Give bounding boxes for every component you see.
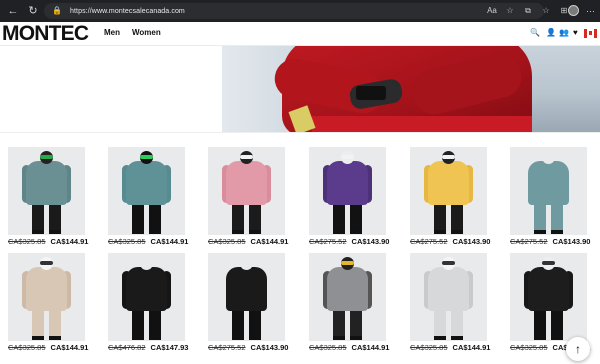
product-card[interactable]: CA$325.85 CA$144.91 [309, 253, 405, 363]
price-row: CA$275.52 CA$143.90 [510, 237, 590, 249]
original-price: CA$275.52 [510, 237, 548, 246]
heart-icon[interactable]: ♥ [573, 28, 578, 38]
product-card[interactable]: CA$275.52 CA$143.90 [510, 147, 600, 257]
scroll-to-top-button[interactable]: ↑ [566, 337, 590, 361]
sale-price: CA$143.90 [250, 343, 289, 352]
user-plus-icon[interactable]: 👥 [559, 28, 569, 38]
divider [0, 132, 600, 133]
original-price: CA$325.85 [108, 237, 146, 246]
price-row: CA$275.52 CA$143.90 [208, 343, 288, 355]
price-row: CA$325.85 CA$144.91 [208, 237, 288, 249]
product-image[interactable] [309, 253, 386, 341]
original-price: CA$325.85 [309, 343, 347, 352]
split-screen-icon[interactable]: ⧉ [522, 3, 534, 19]
product-image[interactable] [8, 253, 85, 341]
nav-men[interactable]: Men [104, 28, 120, 37]
url-text[interactable]: https://www.montecsalecanada.com [70, 8, 185, 15]
site-logo[interactable]: MONTEC [2, 23, 89, 45]
sale-price: CA$144.91 [250, 237, 289, 246]
original-price: CA$275.52 [410, 237, 448, 246]
product-image[interactable] [510, 147, 587, 235]
more-icon[interactable]: ⋯ [586, 3, 595, 19]
site-header: MONTEC Men Women 🔍 👤 👥 ♥ [0, 22, 600, 46]
phone-image [356, 86, 386, 100]
price-row: CA$325.85 CA$144.91 [8, 237, 88, 249]
product-card[interactable]: CA$325.85 CA$144.91 [410, 253, 506, 363]
price-row: CA$275.52 CA$143.90 [309, 237, 389, 249]
lock-icon: 🔒 [52, 6, 62, 15]
product-image[interactable] [309, 147, 386, 235]
product-image[interactable] [208, 147, 285, 235]
product-image[interactable] [108, 147, 185, 235]
product-image[interactable] [8, 147, 85, 235]
price-row: CA$325.85 CA$144.91 [8, 343, 88, 355]
nav-women[interactable]: Women [132, 28, 161, 37]
price-row: CA$325.85 CA$144.91 [309, 343, 389, 355]
sale-price: CA$143.90 [351, 237, 390, 246]
product-image[interactable] [510, 253, 587, 341]
price-row: CA$325.85 CA$144.91 [410, 343, 490, 355]
favorite-icon[interactable]: ☆ [504, 3, 516, 19]
original-price: CA$325.85 [208, 237, 246, 246]
original-price: CA$325.85 [410, 343, 448, 352]
hero-blank [0, 46, 222, 132]
sale-price: CA$143.90 [552, 237, 591, 246]
canada-flag-icon[interactable] [584, 29, 597, 38]
favorites-list-icon[interactable]: ☆ [540, 3, 552, 19]
product-card[interactable]: CA$275.52 CA$143.90 [208, 253, 304, 363]
price-row: CA$275.52 CA$143.90 [410, 237, 490, 249]
browser-toolbar-icons: Aa ☆ ⧉ ☆ ⊞ [486, 3, 570, 19]
original-price: CA$275.52 [208, 343, 246, 352]
product-card[interactable]: CA$325.85 CA$144.91 [208, 147, 304, 257]
original-price: CA$275.52 [309, 237, 347, 246]
browser-toolbar: ← ↻ 🔒 https://www.montecsalecanada.com A… [0, 0, 600, 22]
product-image[interactable] [208, 253, 285, 341]
sale-price: CA$144.91 [150, 237, 189, 246]
product-card[interactable]: CA$476.82 CA$147.93 [108, 253, 204, 363]
sale-price: CA$143.90 [452, 237, 491, 246]
profile-avatar[interactable] [568, 5, 579, 16]
sale-price: CA$144.91 [351, 343, 390, 352]
sale-price: CA$144.91 [50, 237, 89, 246]
read-aloud-icon[interactable]: Aa [486, 3, 498, 19]
price-row: CA$325.85 CA$144.91 [108, 237, 188, 249]
reload-icon[interactable]: ↻ [26, 4, 40, 18]
product-card[interactable]: CA$275.52 CA$143.90 [309, 147, 405, 257]
back-icon[interactable]: ← [6, 4, 20, 18]
price-row: CA$476.82 CA$147.93 [108, 343, 188, 355]
search-icon[interactable]: 🔍 [530, 28, 540, 38]
original-price: CA$325.85 [8, 343, 46, 352]
user-icon[interactable]: 👤 [546, 28, 556, 38]
product-image[interactable] [410, 147, 487, 235]
product-image[interactable] [410, 253, 487, 341]
sale-price: CA$144.91 [50, 343, 89, 352]
product-card[interactable]: CA$325.85 CA$144.91 [8, 253, 104, 363]
original-price: CA$325.85 [510, 343, 548, 352]
original-price: CA$476.82 [108, 343, 146, 352]
product-card[interactable]: CA$275.52 CA$143.90 [410, 147, 506, 257]
hero-image[interactable] [222, 46, 600, 132]
product-card[interactable]: CA$325.85 CA$144.91 [8, 147, 104, 257]
address-bar[interactable]: 🔒 https://www.montecsalecanada.com [44, 3, 544, 19]
sale-price: CA$144.91 [452, 343, 491, 352]
sale-price: CA$147.93 [150, 343, 189, 352]
product-image[interactable] [108, 253, 185, 341]
original-price: CA$325.85 [8, 237, 46, 246]
product-card[interactable]: CA$325.85 CA$144.91 [108, 147, 204, 257]
